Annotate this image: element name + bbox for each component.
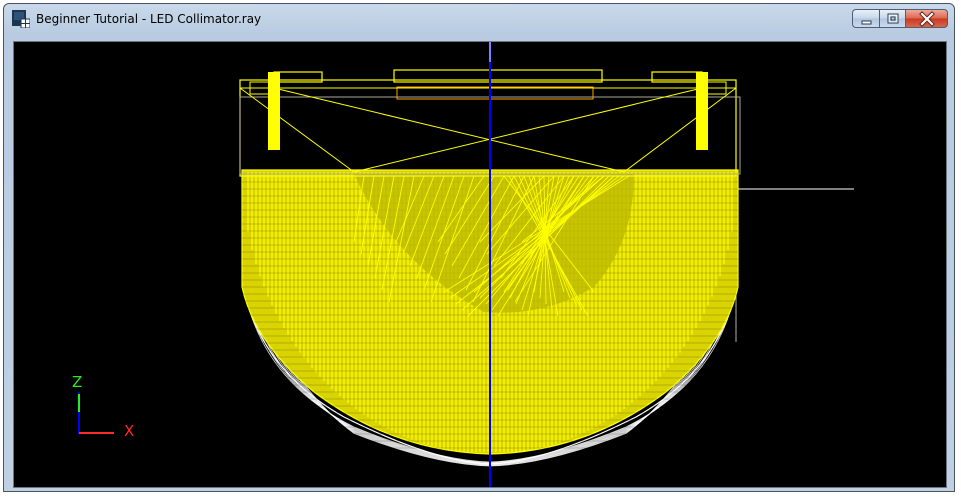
ray-trace-scene	[78, 42, 854, 487]
close-icon	[919, 11, 935, 27]
axis-x-label: X	[124, 422, 135, 440]
edge-ray	[239, 87, 355, 173]
app-icon	[12, 10, 30, 28]
3d-viewport[interactable]: Z X	[13, 41, 947, 488]
axis-z-label: Z	[72, 373, 83, 391]
maximize-icon	[887, 13, 899, 24]
cross-ray	[353, 87, 703, 173]
housing-frame	[239, 79, 737, 177]
application-window: Beginner Tutorial - LED Collimator.ray Z…	[3, 3, 955, 492]
minimize-button[interactable]	[852, 9, 879, 28]
edge-ray	[623, 87, 737, 173]
close-button[interactable]	[906, 9, 948, 28]
maximize-button[interactable]	[879, 9, 906, 28]
cross-ray	[273, 87, 625, 173]
minimize-icon	[861, 20, 872, 25]
window-title: Beginner Tutorial - LED Collimator.ray	[36, 12, 262, 26]
title-bar[interactable]: Beginner Tutorial - LED Collimator.ray	[4, 4, 954, 34]
caption-buttons	[852, 9, 948, 29]
